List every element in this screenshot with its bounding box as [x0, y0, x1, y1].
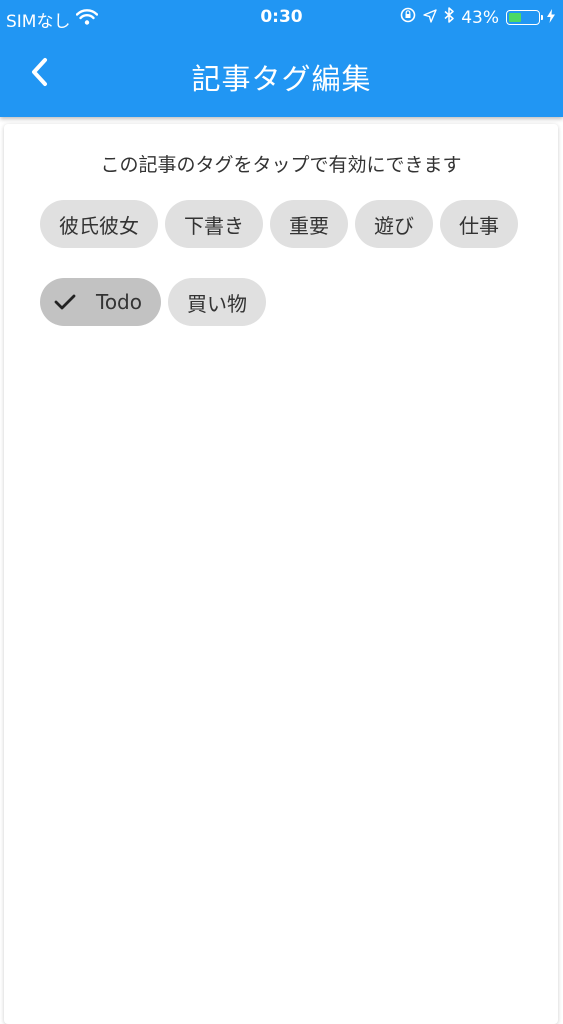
app-bar: SIMなし 0:30 43% 記事タグ編集 — [0, 0, 563, 117]
battery-percent: 43% — [461, 7, 499, 28]
tag-chip[interactable]: 彼氏彼女 — [40, 200, 158, 248]
orientation-lock-icon — [400, 7, 416, 28]
tag-chip[interactable]: 買い物 — [168, 278, 266, 326]
checkmark-icon — [54, 293, 76, 311]
tag-chip[interactable]: 重要 — [270, 200, 348, 248]
tag-chip-label: 仕事 — [459, 213, 499, 238]
tag-card: この記事のタグをタップで有効にできます 彼氏彼女 下書き 重要 遊び 仕事 To… — [4, 124, 558, 1024]
tag-chip[interactable]: 遊び — [355, 200, 433, 248]
tag-chip-list: 彼氏彼女 下書き 重要 遊び 仕事 Todo 買い物 — [40, 200, 540, 356]
tag-chip-label: 買い物 — [187, 291, 247, 316]
chip-row: 彼氏彼女 下書き 重要 遊び 仕事 — [40, 200, 540, 248]
tag-chip[interactable]: 仕事 — [440, 200, 518, 248]
tag-chip-label: 重要 — [289, 213, 329, 238]
tag-chip[interactable]: 下書き — [165, 200, 263, 248]
tag-chip-label: Todo — [96, 290, 142, 314]
hint-text: この記事のタグをタップで有効にできます — [100, 154, 462, 176]
nav-bar: 記事タグ編集 — [0, 34, 563, 117]
chip-row: Todo 買い物 — [40, 278, 540, 326]
status-right: 43% — [400, 7, 555, 28]
page-title: 記事タグ編集 — [191, 62, 372, 96]
tag-chip-label: 彼氏彼女 — [59, 213, 139, 238]
charging-icon — [547, 8, 555, 28]
location-icon — [423, 8, 437, 28]
status-bar: SIMなし 0:30 43% — [0, 0, 563, 34]
tag-chip-selected[interactable]: Todo — [40, 278, 161, 326]
tag-chip-label: 遊び — [374, 213, 414, 238]
battery-icon — [506, 10, 543, 25]
bluetooth-icon — [444, 7, 454, 28]
tag-chip-label: 下書き — [184, 213, 244, 238]
